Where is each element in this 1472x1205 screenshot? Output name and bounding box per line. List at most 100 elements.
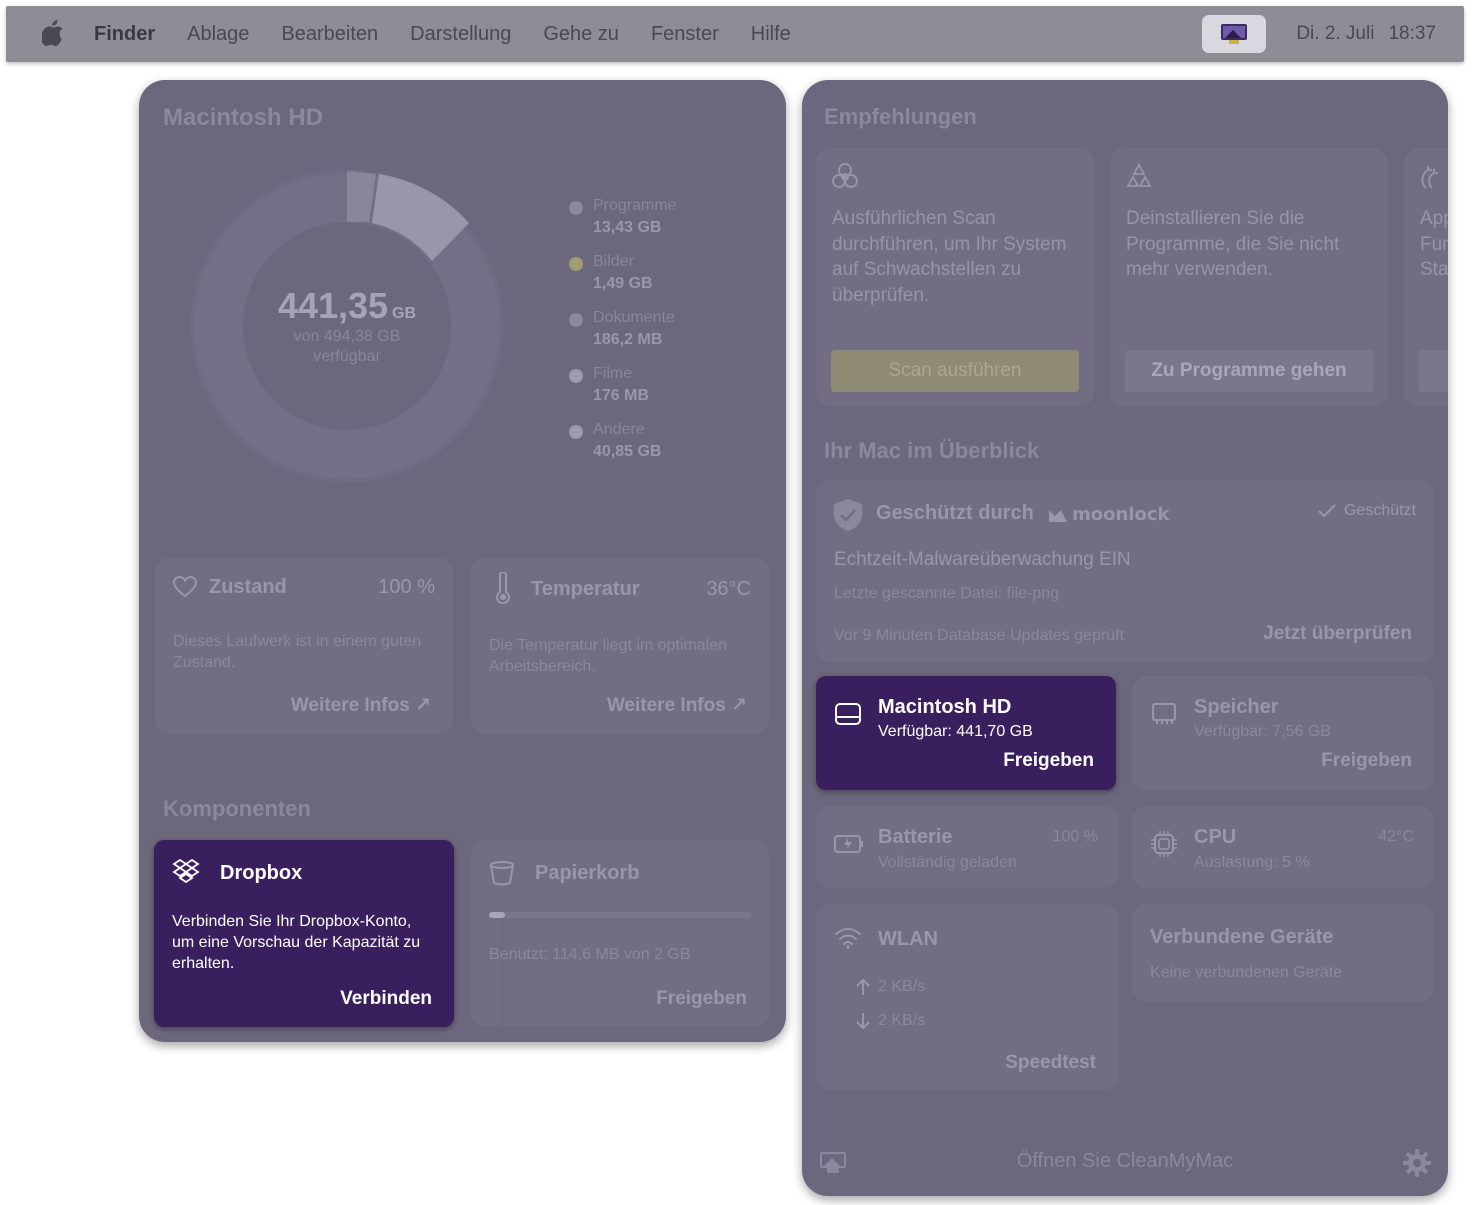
cpu-icon xyxy=(1151,831,1177,857)
health-more-link[interactable]: Weitere Infos ↗ xyxy=(291,694,431,717)
trash-empty-button[interactable]: Freigeben xyxy=(656,988,747,1010)
wlan-download: 2 KB/s xyxy=(878,1012,926,1029)
storage-panel: Macintosh HD 441,35 GB von 494,38 GB verf… xyxy=(139,80,786,1042)
recommendation-uninstall-card: Deinstallieren Sie die Programme, die Si… xyxy=(1110,148,1388,406)
speedtest-button[interactable]: Speedtest xyxy=(1005,1052,1096,1074)
storage-legend: Programme 13,43 GB Bilder 1,49 GB Dokume… xyxy=(569,196,677,476)
battery-value: 100 % xyxy=(1052,828,1098,845)
cpu-card[interactable]: CPU 42°C Auslastung: 5 % xyxy=(1132,806,1434,888)
legend-item-bilder: Bilder 1,49 GB xyxy=(569,252,677,308)
battery-status: Vollständig geladen xyxy=(878,854,1017,871)
cleanmymac-menu-icon xyxy=(1221,24,1247,44)
temperature-more-link[interactable]: Weitere Infos ↗ xyxy=(607,694,747,717)
menu-fenster[interactable]: Fenster xyxy=(651,23,719,46)
battery-card[interactable]: Batterie 100 % Vollständig geladen xyxy=(816,806,1118,888)
menu-gehe-zu[interactable]: Gehe zu xyxy=(543,23,619,46)
storage-title: Macintosh HD xyxy=(163,104,324,131)
health-text: Dieses Laufwerk ist in einem guten Zusta… xyxy=(173,633,422,671)
legend-item-andere: Andere 40,85 GB xyxy=(569,420,677,476)
trash-title: Papierkorb xyxy=(535,862,640,884)
health-card[interactable]: Zustand 100 % Dieses Laufwerk ist in ein… xyxy=(155,558,453,734)
legend-dot xyxy=(569,369,583,383)
disk-available: Verfügbar: 441,70 GB xyxy=(878,723,1033,740)
trash-usage-bar xyxy=(489,912,751,918)
thermometer-icon xyxy=(496,572,510,604)
available-value: 441,35 GB xyxy=(277,285,417,326)
drive-icon xyxy=(835,703,861,725)
disk-card[interactable]: Macintosh HD Verfügbar: 441,70 GB Freige… xyxy=(816,676,1116,790)
protection-status: Geschützt xyxy=(1318,502,1416,520)
memory-card[interactable]: Speicher Verfügbar: 7,56 GB Freigeben xyxy=(1132,676,1434,790)
overview-panel: Empfehlungen Ausführlichen Scan durchfüh… xyxy=(802,80,1448,1196)
recommendation-uninstall-text: Deinstallieren Sie die Programme, die Si… xyxy=(1126,208,1340,280)
available-label: verfügbar xyxy=(313,348,381,365)
update-button[interactable] xyxy=(1419,350,1448,392)
checkmark-icon xyxy=(1318,504,1336,518)
goto-programs-button[interactable]: Zu Programme gehen xyxy=(1125,350,1373,392)
check-now-link[interactable]: Jetzt überprüfen xyxy=(1263,623,1412,645)
legend-item-dokumente: Dokumente 186,2 MB xyxy=(569,308,677,364)
overview-title: Ihr Mac im Überblick xyxy=(824,438,1040,463)
apps-icon xyxy=(1126,163,1152,187)
dropbox-card[interactable]: Dropbox Verbinden Sie Ihr Dropbox-Konto,… xyxy=(154,840,454,1027)
menu-darstellung[interactable]: Darstellung xyxy=(410,23,511,46)
cpu-load: Auslastung: 5 % xyxy=(1194,854,1310,871)
update-icon xyxy=(1421,166,1438,189)
temperature-text: Die Temperatur liegt im optimalen Arbeit… xyxy=(489,637,728,675)
total-capacity: von 494,38 GB xyxy=(293,328,401,345)
open-cleanmymac-link[interactable]: Öffnen Sie CleanMyMac xyxy=(802,1150,1448,1173)
biohazard-icon xyxy=(832,163,858,188)
protection-title: Geschützt durch xyxy=(876,502,1034,524)
moonlock-brand: moonlock xyxy=(1072,504,1170,525)
memory-title: Speicher xyxy=(1194,696,1279,718)
recommendations-title: Empfehlungen xyxy=(824,104,977,129)
legend-dot xyxy=(569,257,583,271)
health-title: Zustand xyxy=(209,576,287,598)
recommendation-scan-card: Ausführlichen Scan durchführen, um Ihr S… xyxy=(816,148,1094,406)
temperature-title: Temperatur xyxy=(531,578,640,600)
dropbox-connect-button[interactable]: Verbinden xyxy=(340,988,432,1010)
menu-bearbeiten[interactable]: Bearbeiten xyxy=(281,23,378,46)
menu-bar: Finder Ablage Bearbeiten Darstellung Geh… xyxy=(6,6,1464,62)
devices-title: Verbundene Geräte xyxy=(1150,926,1334,948)
menu-ablage[interactable]: Ablage xyxy=(187,23,249,46)
legend-item-filme: Filme 176 MB xyxy=(569,364,677,420)
dropbox-title: Dropbox xyxy=(220,862,303,884)
realtime-status: Echtzeit-Malwareüberwachung EIN xyxy=(834,549,1131,570)
health-value: 100 % xyxy=(378,576,435,598)
recommendation-update-text: App Fun Sta xyxy=(1420,208,1448,280)
memory-icon xyxy=(1152,703,1176,724)
battery-icon xyxy=(834,835,863,853)
clock-date: Di. 2. Juli xyxy=(1296,23,1375,44)
apple-logo-icon[interactable] xyxy=(42,20,64,46)
temperature-value: 36°C xyxy=(706,578,751,600)
heart-icon xyxy=(173,576,197,598)
disk-free-button[interactable]: Freigeben xyxy=(1003,750,1094,772)
memory-free-button[interactable]: Freigeben xyxy=(1321,750,1412,772)
recommendation-update-card: App Fun Sta xyxy=(1404,148,1448,406)
legend-dot xyxy=(569,201,583,215)
devices-card[interactable]: Verbundene Geräte Keine verbundenen Gerä… xyxy=(1132,904,1434,1002)
scan-button[interactable]: Scan ausführen xyxy=(831,350,1079,392)
storage-donut[interactable]: 441,35 GB von 494,38 GB verfügbar xyxy=(189,168,505,484)
gear-icon[interactable] xyxy=(1402,1148,1432,1178)
wlan-card[interactable]: WLAN 2 KB/s 2 KB/s Speedtest xyxy=(816,904,1118,1090)
moonlock-logo-icon xyxy=(1049,509,1067,522)
menu-hilfe[interactable]: Hilfe xyxy=(751,23,791,46)
cleanmymac-menu-button[interactable] xyxy=(1202,15,1266,53)
disk-title: Macintosh HD xyxy=(878,696,1012,718)
legend-dot xyxy=(569,425,583,439)
clock-time: 18:37 xyxy=(1388,23,1436,44)
trash-card[interactable]: Papierkorb Benutzt: 114,6 MB von 2 GB Fr… xyxy=(471,840,769,1027)
last-scanned-file: Letzte gescannte Datei: file-png xyxy=(834,585,1060,602)
cpu-temperature: 42°C xyxy=(1378,828,1414,845)
legend-item-programme: Programme 13,43 GB xyxy=(569,196,677,252)
protection-card: Geschützt durch moonlock Geschützt Echtz… xyxy=(816,480,1434,662)
trash-used-text: Benutzt: 114,6 MB von 2 GB xyxy=(489,946,691,963)
database-updates: Vor 9 Minuten Database Updates geprüft xyxy=(834,627,1124,644)
trash-divider xyxy=(501,918,503,1027)
temperature-card[interactable]: Temperatur 36°C Die Temperatur liegt im … xyxy=(471,558,769,734)
menu-clock[interactable]: Di. 2. Juli 18:37 xyxy=(1296,6,1436,62)
memory-available: Verfügbar: 7,56 GB xyxy=(1194,723,1331,740)
menu-finder[interactable]: Finder xyxy=(94,23,155,46)
